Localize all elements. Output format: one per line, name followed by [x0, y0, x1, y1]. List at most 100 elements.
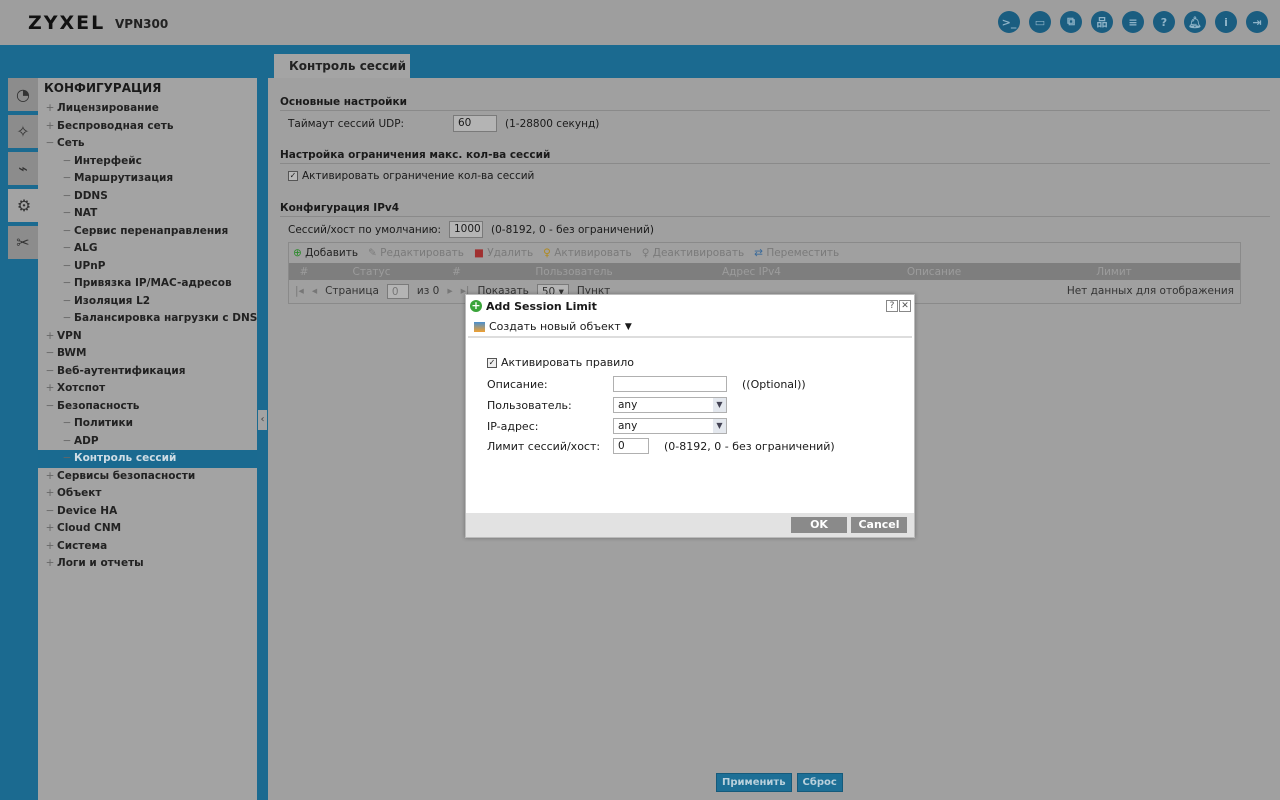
- expand-icon[interactable]: +: [43, 520, 57, 538]
- sidebar-item[interactable]: − Привязка IP/MAC-адресов: [38, 275, 257, 293]
- chat-icon[interactable]: ≡: [1122, 11, 1144, 33]
- collapse-icon[interactable]: −: [60, 223, 74, 241]
- user-select[interactable]: any ▼: [613, 397, 727, 413]
- collapse-icon[interactable]: −: [60, 258, 74, 276]
- col-user[interactable]: Пользователь: [489, 266, 659, 278]
- collapse-icon[interactable]: −: [60, 450, 74, 468]
- help-icon[interactable]: ?: [1153, 11, 1175, 33]
- sidebar-item[interactable]: + Объект: [38, 485, 257, 503]
- expand-icon[interactable]: +: [43, 468, 57, 486]
- info-icon[interactable]: i: [1215, 11, 1237, 33]
- collapse-icon[interactable]: −: [60, 433, 74, 451]
- sidebar-item[interactable]: − ALG: [38, 240, 257, 258]
- collapse-icon[interactable]: −: [60, 188, 74, 206]
- expand-icon[interactable]: +: [43, 485, 57, 503]
- sidebar-item[interactable]: + Беспроводная сеть: [38, 118, 257, 136]
- network-icon[interactable]: 品: [1091, 11, 1113, 33]
- tab-session-control[interactable]: Контроль сессий: [274, 54, 410, 78]
- collapse-icon[interactable]: −: [43, 135, 57, 153]
- col-index[interactable]: #: [289, 266, 319, 278]
- collapse-icon[interactable]: −: [60, 240, 74, 258]
- sidebar-item[interactable]: − Интерфейс: [38, 153, 257, 171]
- sidebar-item[interactable]: − DDNS: [38, 188, 257, 206]
- limit-input[interactable]: 0: [613, 438, 649, 454]
- first-page-icon[interactable]: |◂: [295, 285, 304, 297]
- sidebar-item[interactable]: − ADP: [38, 433, 257, 451]
- monitor-icon[interactable]: ⌁: [8, 152, 38, 185]
- col-priority[interactable]: #: [424, 266, 489, 278]
- sidebar-item[interactable]: − Маршрутизация: [38, 170, 257, 188]
- sidebar-item[interactable]: + Система: [38, 538, 257, 556]
- delete-button[interactable]: ■ Удалить: [474, 247, 533, 259]
- enable-rule-checkbox[interactable]: ✓: [487, 357, 497, 368]
- cli-icon[interactable]: ▭: [1029, 11, 1051, 33]
- collapse-icon[interactable]: −: [60, 415, 74, 433]
- expand-icon[interactable]: +: [43, 380, 57, 398]
- cancel-button[interactable]: Cancel: [851, 517, 907, 533]
- description-input[interactable]: [613, 376, 727, 392]
- ip-select[interactable]: any ▼: [613, 418, 727, 434]
- sidebar-item[interactable]: + Сервисы безопасности: [38, 468, 257, 486]
- udp-timeout-input[interactable]: 60: [453, 115, 497, 132]
- collapse-icon[interactable]: −: [43, 398, 57, 416]
- apply-button[interactable]: Применить: [716, 773, 792, 792]
- col-status[interactable]: Статус: [319, 266, 424, 278]
- create-object-menu[interactable]: Создать новый объект ▼: [468, 317, 912, 338]
- add-button[interactable]: ⊕ Добавить: [293, 247, 358, 259]
- window-icon[interactable]: ⧉: [1060, 11, 1082, 33]
- prev-page-icon[interactable]: ◂: [312, 285, 317, 297]
- edit-button[interactable]: ✎ Редактировать: [368, 247, 464, 259]
- collapse-icon[interactable]: −: [60, 205, 74, 223]
- expand-icon[interactable]: +: [43, 555, 57, 573]
- bell-icon[interactable]: 🔔︎: [1184, 11, 1206, 33]
- default-sessions-input[interactable]: 1000: [449, 221, 483, 238]
- sidebar-item[interactable]: − Изоляция L2: [38, 293, 257, 311]
- collapse-icon[interactable]: −: [43, 503, 57, 521]
- sidebar-item[interactable]: − NAT: [38, 205, 257, 223]
- col-description[interactable]: Описание: [844, 266, 1024, 278]
- close-icon[interactable]: ✕: [899, 300, 911, 312]
- page-input[interactable]: 0: [386, 283, 409, 299]
- sidebar-item[interactable]: − Балансировка нагрузки с DNS: [38, 310, 258, 328]
- help-icon[interactable]: ?: [886, 300, 898, 312]
- expand-icon[interactable]: +: [43, 328, 57, 346]
- wizard-icon[interactable]: ✧: [8, 115, 38, 148]
- sidebar-item[interactable]: − Сеть: [38, 135, 257, 153]
- enable-limit-checkbox[interactable]: ✓: [288, 171, 298, 181]
- gear-icon[interactable]: ⚙: [8, 189, 40, 222]
- next-page-icon[interactable]: ▸: [447, 285, 452, 297]
- collapse-icon[interactable]: −: [60, 170, 74, 188]
- ok-button[interactable]: OK: [791, 517, 847, 533]
- console-icon[interactable]: >_: [998, 11, 1020, 33]
- move-button[interactable]: ⇄ Переместить: [754, 247, 839, 259]
- activate-button[interactable]: ♀ Активировать: [543, 247, 632, 259]
- dashboard-icon[interactable]: ◔: [8, 78, 38, 111]
- expand-icon[interactable]: +: [43, 538, 57, 556]
- collapse-icon[interactable]: −: [43, 345, 57, 363]
- sidebar-item[interactable]: − BWM: [38, 345, 257, 363]
- sidebar-item[interactable]: + VPN: [38, 328, 257, 346]
- sidebar-item[interactable]: − UPnP: [38, 258, 257, 276]
- col-limit[interactable]: Лимит: [1024, 266, 1204, 278]
- col-ipv4[interactable]: Адрес IPv4: [659, 266, 844, 278]
- sidebar-item[interactable]: + Логи и отчеты: [38, 555, 257, 573]
- sidebar-item[interactable]: − Веб-аутентификация: [38, 363, 257, 381]
- sidebar-item[interactable]: + Cloud CNM: [38, 520, 257, 538]
- sidebar-item[interactable]: − Контроль сессий: [38, 450, 257, 468]
- collapse-icon[interactable]: −: [60, 275, 74, 293]
- sidebar-item[interactable]: − Политики: [38, 415, 257, 433]
- sidebar-item[interactable]: − Device HA: [38, 503, 257, 521]
- logout-icon[interactable]: ⇥: [1246, 11, 1268, 33]
- sidebar-item[interactable]: + Хотспот: [38, 380, 257, 398]
- collapse-icon[interactable]: −: [60, 310, 74, 328]
- reset-button[interactable]: Сброс: [796, 773, 843, 792]
- expand-icon[interactable]: +: [43, 100, 57, 118]
- sidebar-item[interactable]: − Сервис перенаправления: [38, 223, 257, 241]
- sidebar-item[interactable]: − Безопасность: [38, 398, 257, 416]
- collapse-icon[interactable]: −: [43, 363, 57, 381]
- sidebar-collapse-handle[interactable]: ‹: [258, 410, 267, 430]
- sidebar-item[interactable]: + Лицензирование: [38, 100, 257, 118]
- deactivate-button[interactable]: ♀ Деактивировать: [642, 247, 744, 259]
- tools-icon[interactable]: ✂: [8, 226, 38, 259]
- collapse-icon[interactable]: −: [60, 153, 74, 171]
